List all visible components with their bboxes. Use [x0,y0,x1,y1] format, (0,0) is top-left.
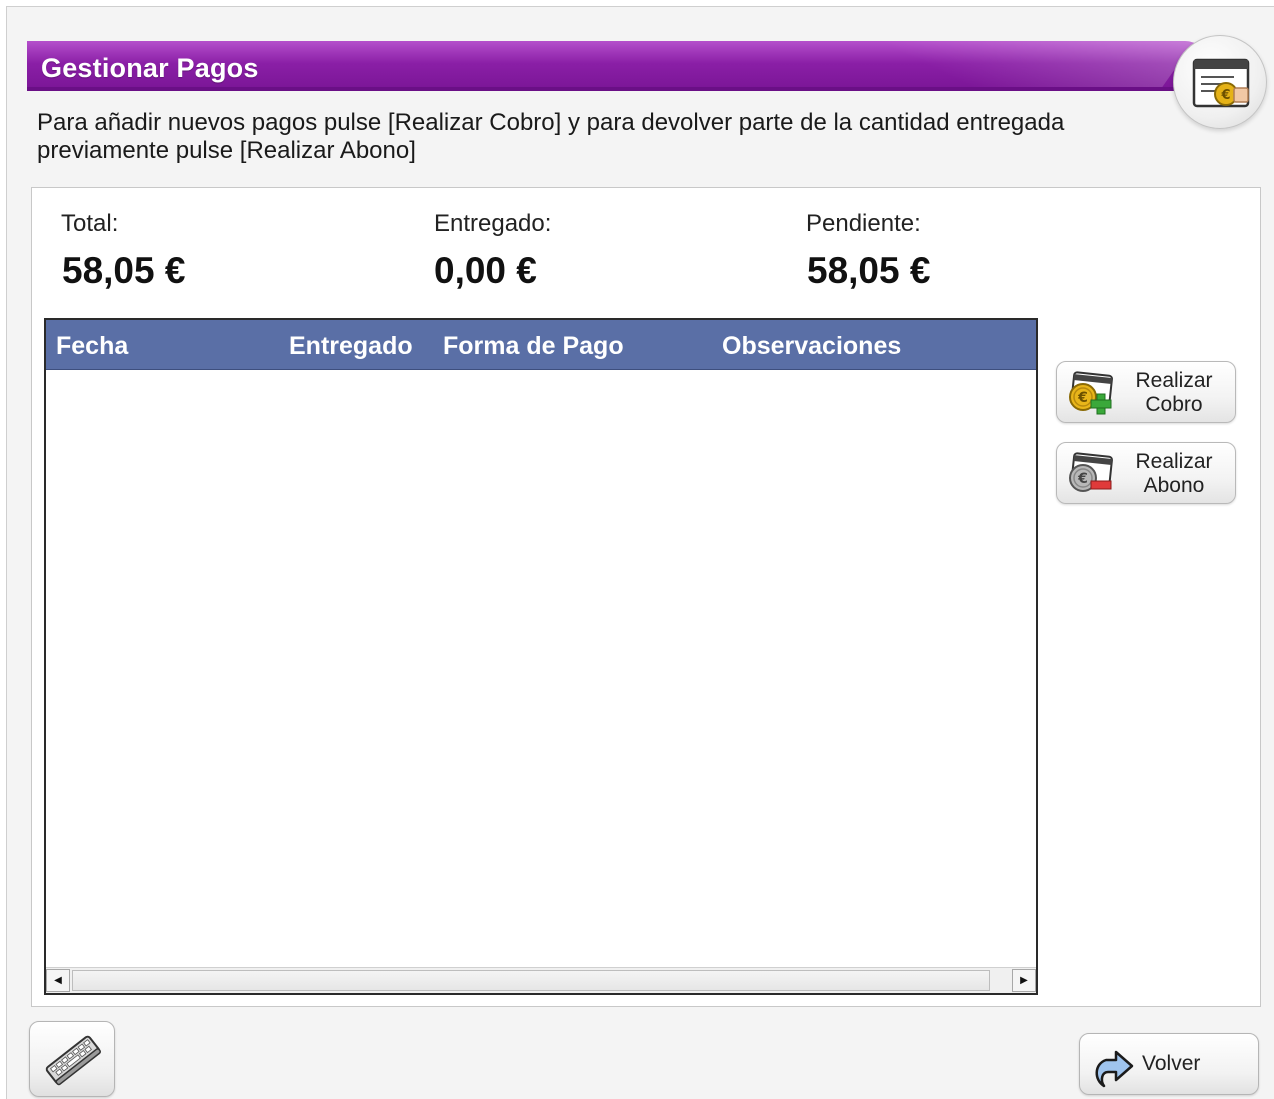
title-bar: Gestionar Pagos [27,41,1207,91]
total-value: 58,05 € [62,250,186,291]
payments-window: Gestionar Pagos € Para añadir nuevos pag… [6,6,1274,1099]
realizar-abono-button[interactable]: € Realizar Abono [1056,442,1236,504]
svg-text:€: € [1077,471,1088,487]
payment-card-icon: € [1173,35,1267,129]
column-header-observaciones[interactable]: Observaciones [722,332,901,361]
svg-text:€: € [1077,390,1088,406]
total-label: Total: [61,210,119,237]
entregado-value: 0,00 € [434,250,537,291]
page-title: Gestionar Pagos [41,53,259,83]
arrow-right-icon: ▶ [1020,975,1028,986]
return-arrow-icon [1090,1040,1136,1095]
instructions-text: Para añadir nuevos pagos pulse [Realizar… [37,109,1065,164]
euro-coin-minus-icon: € [1065,451,1115,497]
realizar-abono-label-line1: Realizar [1135,450,1213,473]
payments-panel: Total: 58,05 € Entregado: 0,00 € Pendien… [31,187,1261,1007]
entregado-label: Entregado: [434,210,552,237]
volver-button[interactable]: Volver [1079,1033,1259,1095]
column-header-forma-de-pago[interactable]: Forma de Pago [443,332,624,361]
keyboard-icon [42,1032,104,1093]
scroll-left-button[interactable]: ◀ [46,969,70,992]
scroll-right-button[interactable]: ▶ [1012,969,1036,992]
column-header-entregado[interactable]: Entregado [289,332,413,361]
table-header: Fecha Entregado Forma de Pago Observacio… [46,320,1036,370]
svg-text:€: € [1220,88,1230,103]
realizar-cobro-button[interactable]: € Realizar Cobro [1056,361,1236,423]
pendiente-value: 58,05 € [807,250,931,291]
horizontal-scrollbar[interactable]: ◀ ▶ [46,967,1036,993]
realizar-cobro-label-line2: Cobro [1145,393,1203,416]
volver-label: Volver [1142,1052,1201,1075]
euro-coin-plus-icon: € [1065,370,1115,416]
arrow-left-icon: ◀ [54,975,62,986]
payments-table[interactable]: Fecha Entregado Forma de Pago Observacio… [44,318,1038,995]
keyboard-button[interactable] [29,1021,115,1097]
realizar-abono-label-line2: Abono [1143,474,1205,497]
scroll-thumb[interactable] [72,970,990,991]
realizar-cobro-label-line1: Realizar [1135,369,1213,392]
pendiente-label: Pendiente: [806,210,921,237]
column-header-fecha[interactable]: Fecha [56,332,128,361]
